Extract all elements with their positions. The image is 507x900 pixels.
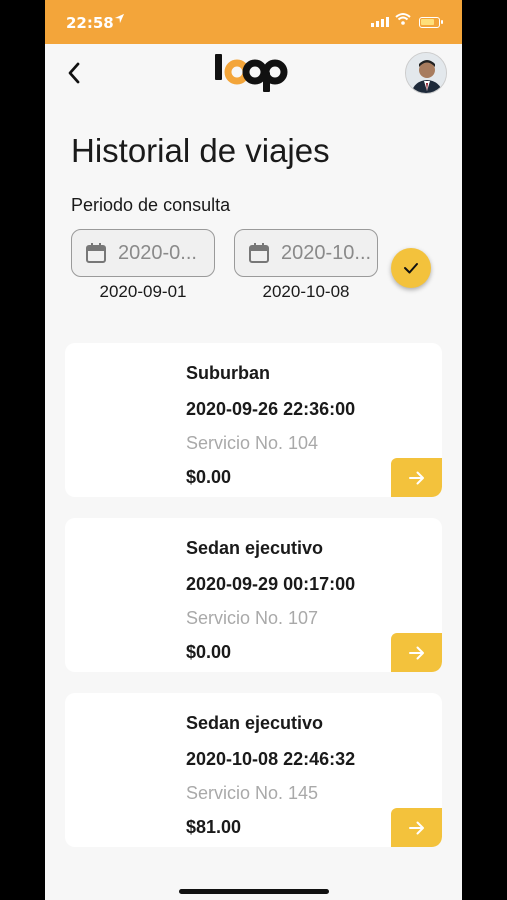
trip-price: $0.00: [186, 642, 232, 662]
apply-filter-button[interactable]: [391, 248, 431, 288]
start-date-value: 2020-0...: [118, 241, 197, 264]
arrow-right-icon: [408, 646, 424, 659]
end-date-field[interactable]: 2020-10...: [234, 229, 378, 277]
trip-price: $0.00: [186, 467, 232, 487]
wifi-icon: [395, 12, 411, 30]
calendar-icon: [86, 243, 106, 263]
start-date-caption: 2020-09-01: [99, 282, 187, 301]
trip-datetime: 2020-10-08 22:46:32: [186, 749, 356, 769]
trip-service-number: Servicio No. 104: [186, 433, 319, 453]
trip-detail-button[interactable]: [391, 633, 442, 672]
back-arrow-icon: [68, 62, 80, 84]
home-indicator[interactable]: [179, 889, 329, 894]
trip-price: $81.00: [186, 817, 242, 837]
trip-service-number: Servicio No. 145: [186, 783, 319, 803]
trip-vehicle: Suburban: [186, 363, 270, 383]
status-time: 22:58: [66, 14, 114, 32]
arrow-right-icon: [408, 821, 424, 834]
app-logo: [213, 52, 293, 94]
trip-vehicle: Sedan ejecutivo: [186, 538, 324, 558]
start-date-field[interactable]: 2020-0...: [71, 229, 215, 277]
trip-datetime: 2020-09-26 22:36:00: [186, 399, 356, 419]
trip-card[interactable]: Suburban 2020-09-26 22:36:00 Servicio No…: [65, 343, 442, 497]
battery-icon: [419, 17, 443, 28]
status-bar: 22:58: [45, 0, 462, 44]
calendar-icon: [249, 243, 269, 263]
trip-card[interactable]: Sedan ejecutivo 2020-10-08 22:46:32 Serv…: [65, 693, 442, 847]
user-avatar[interactable]: [405, 52, 447, 94]
trip-detail-button[interactable]: [391, 458, 442, 497]
back-button[interactable]: [63, 60, 87, 86]
trip-card[interactable]: Sedan ejecutivo 2020-09-29 00:17:00 Serv…: [65, 518, 442, 672]
check-icon: [404, 263, 418, 274]
trip-vehicle: Sedan ejecutivo: [186, 713, 324, 733]
arrow-right-icon: [408, 471, 424, 484]
end-date-caption: 2020-10-08: [262, 282, 350, 301]
app-screen: 22:58 Historial de viajes Periodo de con…: [45, 0, 462, 900]
page-title: Historial de viajes: [71, 132, 330, 169]
trip-datetime: 2020-09-29 00:17:00: [186, 574, 356, 594]
end-date-value: 2020-10...: [281, 241, 372, 264]
period-label: Periodo de consulta: [71, 195, 231, 215]
signal-icon: [371, 17, 389, 27]
trip-detail-button[interactable]: [391, 808, 442, 847]
trip-service-number: Servicio No. 107: [186, 608, 319, 628]
location-arrow-icon: [114, 13, 125, 28]
